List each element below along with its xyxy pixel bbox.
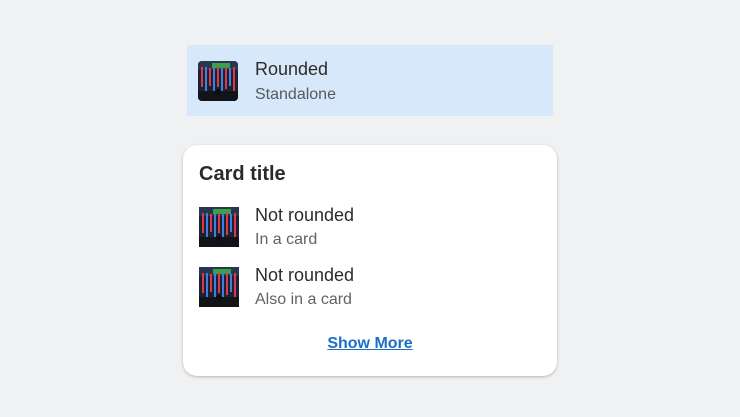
card-title: Card title [199,163,286,185]
card-item-subtitle: Also in a card [255,291,352,308]
show-more-link[interactable]: Show More [183,335,557,353]
card-list-item[interactable]: Not rounded Also in a card [183,265,557,321]
card-item-title: Not rounded [255,265,355,285]
card-list-item[interactable]: Not rounded In a card [183,205,557,261]
standalone-list-item[interactable]: Rounded Standalone [187,45,553,116]
standalone-item-title: Rounded [255,59,329,79]
concert-thumbnail-icon [198,61,238,101]
standalone-item-subtitle: Standalone [255,86,336,103]
concert-thumbnail-icon [199,207,239,247]
concert-thumbnail-icon [199,267,239,307]
card-item-title: Not rounded [255,205,355,225]
card: Card title Not rounded In a card Not rou… [183,145,557,376]
card-item-subtitle: In a card [255,231,318,248]
